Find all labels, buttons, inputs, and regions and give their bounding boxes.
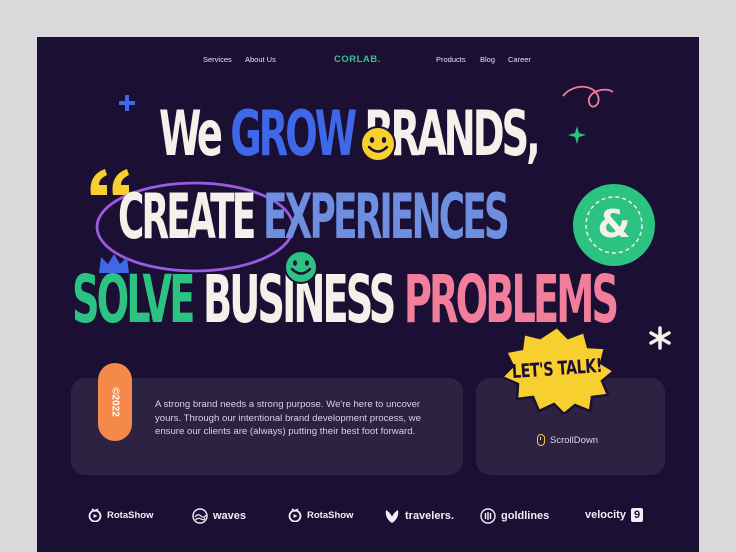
client-logo-rotashow-2: RotaShow — [288, 508, 353, 522]
headline-word: SOLVE — [72, 261, 195, 338]
mouse-icon — [537, 434, 545, 446]
brand-logo[interactable]: CORLAB. — [334, 54, 381, 65]
scroll-down-button[interactable]: ScrollDown — [537, 434, 598, 446]
leaf-icon — [385, 510, 399, 523]
client-logo-name: waves — [213, 510, 247, 522]
headline-line-2: CREATE EXPERIENCES — [118, 186, 510, 248]
headline-word: GROW — [230, 97, 357, 170]
nav-link-about-us[interactable]: About Us — [245, 55, 276, 64]
client-logo-name: goldlines — [501, 510, 550, 522]
client-logo-waves: waves — [192, 508, 246, 524]
nav-link-career[interactable]: Career — [508, 55, 531, 64]
nav-link-products[interactable]: Products — [436, 55, 466, 64]
velocity-badge: 9 — [630, 508, 644, 522]
client-logo-goldlines: goldlines — [480, 508, 549, 524]
client-logo-name: velocity — [585, 509, 626, 521]
nav-link-blog[interactable]: Blog — [480, 55, 495, 64]
asterisk-icon — [649, 326, 671, 350]
client-logo-name: travelers. — [405, 510, 454, 522]
sparkle-icon — [568, 126, 586, 144]
bars-icon — [480, 508, 496, 524]
landing-page: Services About Us CORLAB. Products Blog … — [37, 37, 699, 552]
client-logos: RotaShow waves RotaShow travelers. goldl… — [37, 508, 699, 528]
client-logo-velocity: velocity 9 — [585, 508, 644, 522]
client-logo-rotashow: RotaShow — [88, 508, 153, 522]
year-label: ©2022 — [109, 387, 121, 417]
ampersand-glyph: & — [597, 202, 631, 247]
nav-link-services[interactable]: Services — [203, 55, 232, 64]
smiley-icon — [360, 126, 396, 162]
year-badge: ©2022 — [98, 363, 132, 441]
headline-word: CREATE — [118, 180, 256, 253]
client-logo-travelers: travelers. — [384, 508, 454, 524]
intro-text: A strong brand needs a strong purpose. W… — [155, 399, 421, 438]
client-logo-name: RotaShow — [107, 509, 154, 521]
squiggle-icon — [562, 85, 614, 108]
lets-talk-button[interactable]: LET'S TALK! — [498, 324, 616, 414]
smiley-icon — [284, 250, 318, 284]
tv-icon — [288, 508, 302, 522]
top-nav: Services About Us CORLAB. Products Blog … — [37, 54, 699, 69]
client-logo-name: RotaShow — [307, 509, 354, 521]
headline-word: We — [159, 97, 223, 170]
plus-icon — [119, 95, 135, 111]
tv-icon — [88, 508, 102, 522]
scroll-down-label: ScrollDown — [550, 434, 599, 446]
ampersand-badge: & — [573, 184, 655, 266]
headline-word: EXPERIENCES — [263, 180, 510, 253]
waves-icon — [192, 508, 208, 524]
headline-line-1: We GROW BRANDS, — [159, 103, 541, 165]
